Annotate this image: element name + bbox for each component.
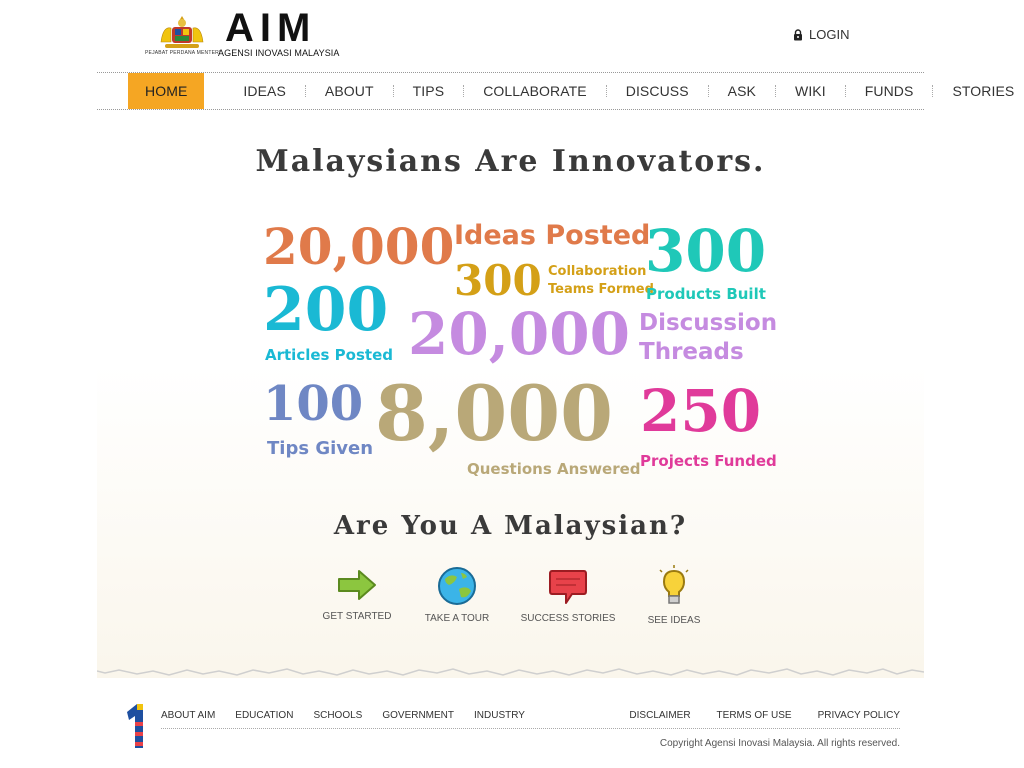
stat-projects-number: 250 [640, 377, 762, 445]
stat-articles-label: Articles Posted [265, 346, 393, 364]
arrow-right-icon [338, 570, 376, 600]
stat-questions-label: Questions Answered [467, 460, 641, 478]
section-subheadline: Are You A Malaysian? [333, 511, 688, 541]
lock-icon [794, 28, 802, 40]
nav-item-about[interactable]: ABOUT [325, 73, 374, 109]
site-header: PEJABAT PERDANA MENTERI AIM AGENSI INOVA… [97, 0, 924, 72]
lightbulb-icon [659, 565, 689, 604]
stat-discussions-label-line2: Threads [639, 339, 744, 365]
globe-icon [438, 567, 476, 605]
stat-teams-number: 300 [454, 256, 542, 305]
footer-link-disclaimer[interactable]: DISCLAIMER [629, 710, 690, 721]
copyright-text: Copyright Agensi Inovasi Malaysia. All r… [659, 738, 900, 749]
success-stories-button[interactable]: SUCCESS STORIES [518, 565, 618, 624]
stat-ideas-number: 20,000 [263, 217, 455, 276]
stat-articles-number: 200 [263, 275, 389, 345]
coat-of-arms-icon [160, 16, 204, 48]
login-label: LOGIN [809, 27, 850, 42]
nav-separator [392, 85, 394, 97]
site-logo-subtitle: AGENSI INOVASI MALAYSIA [218, 48, 340, 58]
stat-discussions-label-line1: Discussion [639, 310, 778, 336]
nav-item-collaborate[interactable]: COLLABORATE [483, 73, 587, 109]
nav-separator [844, 85, 846, 97]
nav-separator [223, 85, 224, 97]
login-link[interactable]: LOGIN [793, 27, 849, 42]
see-ideas-label: SEE IDEAS [647, 615, 701, 626]
take-a-tour-label: TAKE A TOUR [424, 613, 490, 624]
nav-separator [707, 85, 709, 97]
stat-products-label: Products Built [646, 285, 766, 303]
footer-link-terms-of-use[interactable]: TERMS OF USE [717, 710, 792, 721]
stat-projects-label: Projects Funded [640, 452, 777, 470]
stat-questions-number: 8,000 [375, 369, 613, 458]
stat-tips-number: 100 [263, 376, 364, 432]
see-ideas-button[interactable]: SEE IDEAS [624, 565, 724, 626]
footer-link-privacy-policy[interactable]: PRIVACY POLICY [818, 710, 900, 721]
footer-link-education[interactable]: EDUCATION [235, 710, 293, 721]
stat-teams-label-line1: Collaboration [548, 264, 647, 279]
footer-link-schools[interactable]: SCHOOLS [313, 710, 362, 721]
nav-item-funds[interactable]: FUNDS [865, 73, 914, 109]
speech-bubble-icon [549, 570, 587, 604]
footer-links-left: ABOUT AIM EDUCATION SCHOOLS GOVERNMENT I… [161, 710, 525, 721]
nav-item-ideas[interactable]: IDEAS [243, 73, 286, 109]
nav-item-tips[interactable]: TIPS [413, 73, 445, 109]
footer-link-industry[interactable]: INDUSTRY [474, 710, 525, 721]
stat-teams-label-line2: Teams Formed [548, 282, 654, 297]
footer-divider [161, 728, 900, 729]
main-navigation: HOME IDEAS ABOUT TIPS COLLABORATE DISCUS… [97, 72, 1014, 110]
get-started-button[interactable]: GET STARTED [307, 565, 407, 622]
nav-item-wiki[interactable]: WIKI [795, 73, 826, 109]
page-headline: Malaysians Are Innovators. [255, 144, 766, 179]
crest-caption: PEJABAT PERDANA MENTERI [145, 50, 221, 56]
1malaysia-logo[interactable] [121, 702, 147, 752]
nav-item-stories[interactable]: STORIES [952, 73, 1014, 109]
stat-tips-label: Tips Given [267, 438, 374, 459]
stat-ideas-label: Ideas Posted [454, 220, 651, 251]
footer-links-right: DISCLAIMER TERMS OF USE PRIVACY POLICY [629, 710, 900, 721]
stat-products-number: 300 [645, 217, 767, 285]
site-logo-title[interactable]: AIM [225, 6, 316, 50]
footer-link-about-aim[interactable]: ABOUT AIM [161, 710, 215, 721]
site-footer: ABOUT AIM EDUCATION SCHOOLS GOVERNMENT I… [97, 684, 924, 768]
hero-section: Malaysians Are Innovators. 20,000 Ideas … [97, 110, 924, 678]
take-a-tour-button[interactable]: TAKE A TOUR [407, 565, 507, 624]
nav-item-discuss[interactable]: DISCUSS [626, 73, 689, 109]
footer-link-government[interactable]: GOVERNMENT [382, 710, 454, 721]
nav-separator [605, 85, 607, 97]
get-started-label: GET STARTED [322, 611, 392, 622]
nav-separator [463, 85, 465, 97]
success-stories-label: SUCCESS STORIES [520, 613, 616, 624]
nav-separator [775, 85, 776, 97]
nav-separator [304, 85, 306, 97]
nav-item-ask[interactable]: ASK [728, 73, 756, 109]
stat-discussions-number: 20,000 [408, 300, 630, 368]
torn-paper-edge [97, 660, 924, 676]
nav-separator [932, 85, 934, 97]
nav-item-home[interactable]: HOME [128, 73, 205, 109]
